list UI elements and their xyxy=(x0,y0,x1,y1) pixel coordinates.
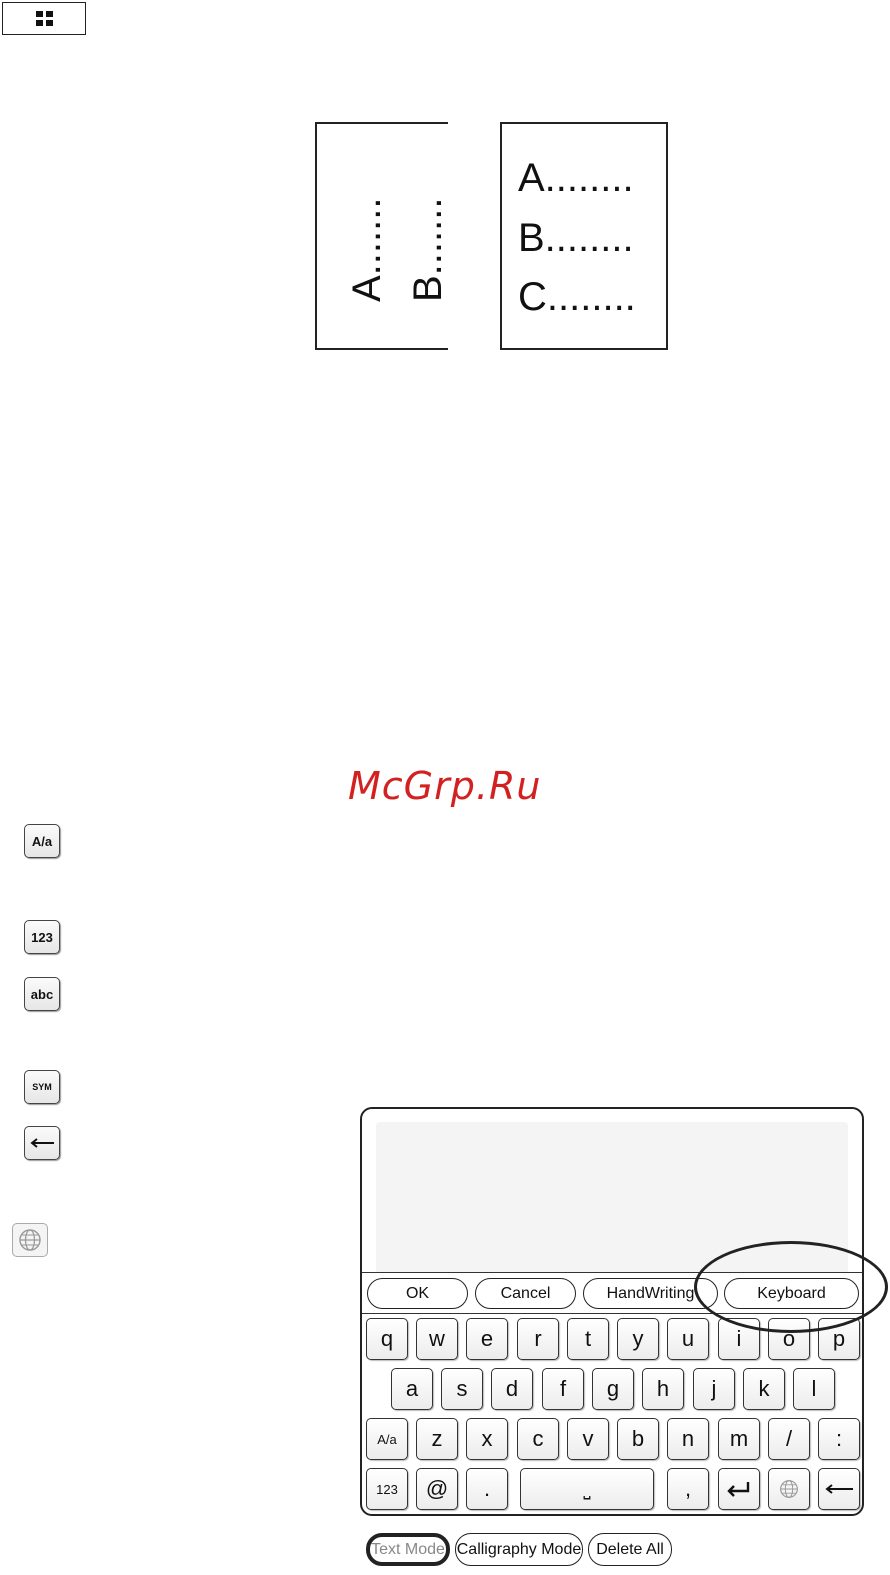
key-o[interactable]: o xyxy=(768,1318,810,1360)
grid-menu-button[interactable] xyxy=(2,2,86,35)
key-k[interactable]: k xyxy=(743,1368,785,1410)
key-m[interactable]: m xyxy=(718,1418,760,1460)
key-p[interactable]: p xyxy=(818,1318,860,1360)
legend-letters-key: abc xyxy=(24,977,60,1011)
keyboard-button[interactable]: Keyboard xyxy=(724,1278,859,1309)
key-u[interactable]: u xyxy=(667,1318,709,1360)
legend-shift-key: A/a xyxy=(24,824,60,858)
page-line-c: C........ xyxy=(518,275,636,319)
text-input-area[interactable] xyxy=(376,1122,848,1278)
key-backspace[interactable] xyxy=(818,1468,860,1510)
handwriting-button[interactable]: HandWriting xyxy=(583,1278,718,1309)
globe-icon xyxy=(780,1480,798,1498)
calligraphy-mode-button[interactable]: Calligraphy Mode xyxy=(455,1533,583,1566)
key-i[interactable]: i xyxy=(718,1318,760,1360)
legend-symbols-key: SYM xyxy=(24,1070,60,1104)
backspace-arrow-icon xyxy=(825,1484,853,1494)
key-w[interactable]: w xyxy=(416,1318,458,1360)
legend-numbers-key: 123 xyxy=(24,920,60,954)
key-at[interactable]: @ xyxy=(416,1468,458,1510)
key-colon[interactable]: : xyxy=(818,1418,860,1460)
key-v[interactable]: v xyxy=(567,1418,609,1460)
key-l[interactable]: l xyxy=(793,1368,835,1410)
key-shift[interactable]: A/a xyxy=(366,1418,408,1460)
svg-text:A.......: A....... xyxy=(345,198,385,302)
key-z[interactable]: z xyxy=(416,1418,458,1460)
key-slash[interactable]: / xyxy=(768,1418,810,1460)
key-h[interactable]: h xyxy=(642,1368,684,1410)
key-f[interactable]: f xyxy=(542,1368,584,1410)
text-input-dialog: OK Cancel HandWriting Keyboard q w e r t… xyxy=(360,1107,864,1516)
key-c[interactable]: c xyxy=(517,1418,559,1460)
key-b[interactable]: b xyxy=(617,1418,659,1460)
legend-globe-key xyxy=(12,1223,48,1257)
key-r[interactable]: r xyxy=(517,1318,559,1360)
key-q[interactable]: q xyxy=(366,1318,408,1360)
enter-icon xyxy=(727,1482,750,1497)
key-e[interactable]: e xyxy=(466,1318,508,1360)
delete-all-button[interactable]: Delete All xyxy=(588,1533,672,1566)
key-a[interactable]: a xyxy=(391,1368,433,1410)
key-s[interactable]: s xyxy=(441,1368,483,1410)
svg-text:B.......: B....... xyxy=(406,198,446,302)
globe-icon xyxy=(19,1229,41,1251)
key-numbers[interactable]: 123 xyxy=(366,1468,408,1510)
key-enter[interactable] xyxy=(718,1468,760,1510)
page-line-b: B........ xyxy=(518,216,634,260)
watermark: McGrp.Ru xyxy=(348,764,542,808)
key-comma[interactable]: , xyxy=(667,1468,709,1510)
backspace-arrow-icon xyxy=(30,1138,54,1148)
dialog-button-row: OK Cancel HandWriting Keyboard xyxy=(362,1272,862,1314)
key-d[interactable]: d xyxy=(491,1368,533,1410)
key-y[interactable]: y xyxy=(617,1318,659,1360)
ok-button[interactable]: OK xyxy=(367,1278,468,1309)
page-line-a: A........ xyxy=(518,156,634,200)
cancel-button[interactable]: Cancel xyxy=(475,1278,576,1309)
key-space[interactable]: ⎵ xyxy=(520,1468,654,1510)
grid-menu-icon xyxy=(35,11,53,26)
key-t[interactable]: t xyxy=(567,1318,609,1360)
key-period[interactable]: . xyxy=(466,1468,508,1510)
rotated-line-b: B....... xyxy=(406,182,450,304)
key-g[interactable]: g xyxy=(592,1368,634,1410)
key-globe[interactable] xyxy=(768,1468,810,1510)
legend-backspace-key xyxy=(24,1126,60,1160)
text-mode-button[interactable]: Text Mode xyxy=(366,1533,450,1566)
key-j[interactable]: j xyxy=(693,1368,735,1410)
rotated-line-a: A....... xyxy=(345,182,389,304)
key-x[interactable]: x xyxy=(466,1418,508,1460)
key-n[interactable]: n xyxy=(667,1418,709,1460)
